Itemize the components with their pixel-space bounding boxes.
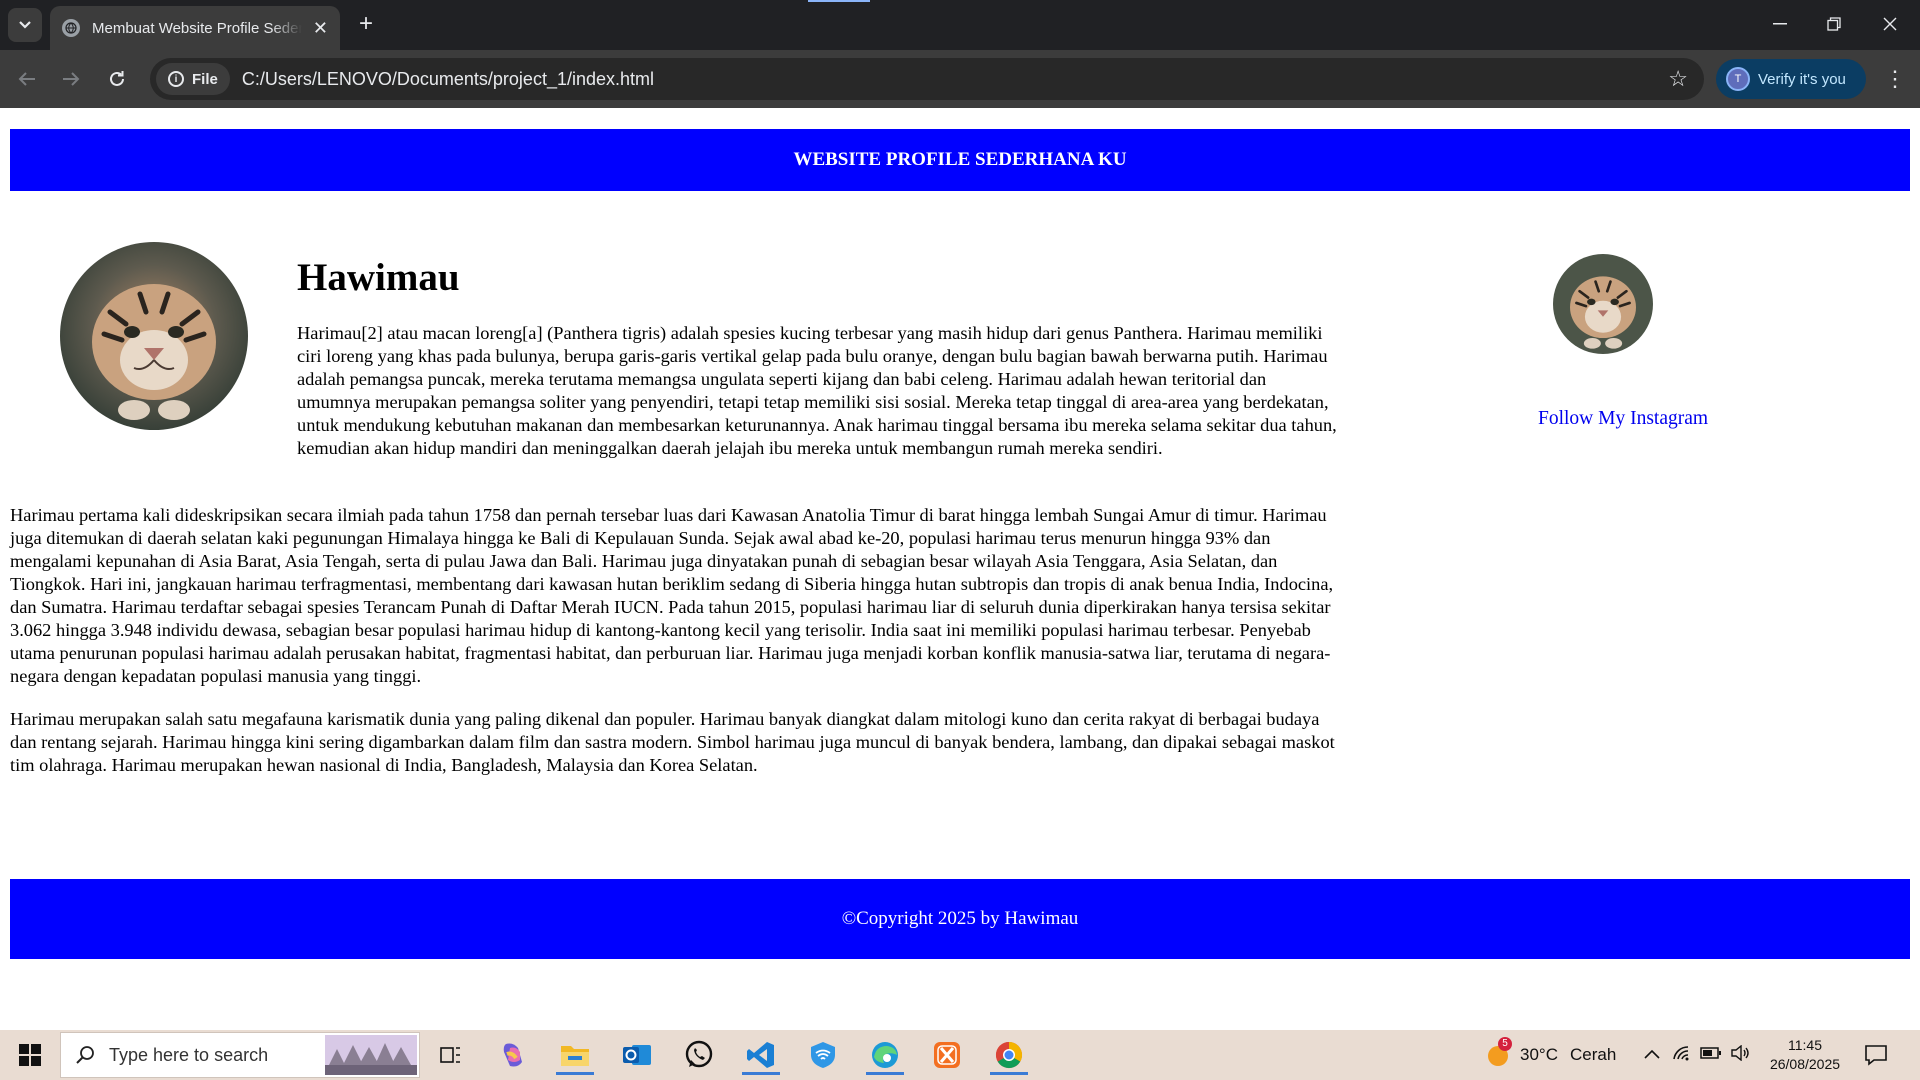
- header-title: WEBSITE PROFILE SEDERHANA KU: [793, 149, 1127, 170]
- weather-widget[interactable]: 5 30°C Cerah: [1484, 1030, 1616, 1080]
- vpn-shield-icon[interactable]: [798, 1035, 848, 1075]
- active-indicator: [742, 1072, 780, 1075]
- paragraph-culture: Harimau merupakan salah satu megafauna k…: [10, 709, 1335, 775]
- active-indicator: [990, 1072, 1028, 1075]
- search-icon: [76, 1046, 94, 1064]
- back-arrow-icon[interactable]: [12, 64, 42, 94]
- edge-icon[interactable]: [860, 1035, 910, 1075]
- active-indicator: [556, 1072, 594, 1075]
- wifi-icon[interactable]: [1672, 1045, 1690, 1066]
- active-indicator: [866, 1072, 904, 1075]
- verify-label: Verify it's you: [1758, 70, 1846, 88]
- globe-icon: [62, 19, 80, 37]
- xampp-icon[interactable]: [922, 1035, 972, 1075]
- tiger-sidebar-image: [1553, 254, 1653, 354]
- restore-icon[interactable]: [1806, 0, 1862, 48]
- paragraph-intro: Harimau[2] atau macan loreng[a] (Panther…: [297, 323, 1337, 458]
- page-viewport: WEBSITE PROFILE SEDERHANA KU Hawimau Har: [0, 108, 1920, 1030]
- tab-strip: Membuat Website Profile Sederhana ✕ +: [0, 0, 1920, 50]
- paragraph-distribution: Harimau pertama kali dideskripsikan seca…: [10, 505, 1334, 686]
- outlook-icon[interactable]: [612, 1035, 662, 1075]
- profile-avatar: T: [1726, 67, 1750, 91]
- verify-identity-button[interactable]: T Verify it's you: [1716, 59, 1866, 99]
- site-header: WEBSITE PROFILE SEDERHANA KU: [10, 129, 1910, 191]
- browser-toolbar: i File C:/Users/LENOVO/Documents/project…: [0, 50, 1920, 108]
- url-text[interactable]: C:/Users/LENOVO/Documents/project_1/inde…: [242, 69, 654, 90]
- site-footer: ©Copyright 2025 by Hawimau: [10, 879, 1910, 959]
- tab-title: Membuat Website Profile Sederhana: [92, 19, 302, 37]
- tiger-profile-image: [60, 242, 248, 430]
- taskbar-clock[interactable]: 11:45 26/08/2025: [1760, 1036, 1850, 1074]
- taskbar-search-box[interactable]: Type here to search: [60, 1032, 420, 1078]
- weather-desc: Cerah: [1569, 1045, 1617, 1064]
- volume-icon[interactable]: [1730, 1044, 1750, 1066]
- site-info-chip[interactable]: i File: [156, 63, 230, 95]
- instagram-link[interactable]: Follow My Instagram: [1538, 408, 1708, 430]
- search-highlight-art: [325, 1035, 417, 1075]
- forward-arrow-icon[interactable]: [56, 64, 86, 94]
- close-window-icon[interactable]: [1862, 0, 1918, 48]
- clock-time: 11:45: [1788, 1037, 1822, 1053]
- weather-sun-icon: 5: [1484, 1037, 1512, 1069]
- windows-taskbar: Type here to search 5 30°C Cerah 11:45 2…: [0, 1030, 1920, 1080]
- address-bar[interactable]: i File C:/Users/LENOVO/Documents/project…: [150, 58, 1704, 100]
- chevron-up-icon[interactable]: [1644, 1046, 1660, 1064]
- task-view-icon[interactable]: [426, 1035, 476, 1075]
- whatsapp-icon[interactable]: [674, 1035, 724, 1075]
- new-tab-icon[interactable]: +: [352, 10, 380, 38]
- bookmark-star-icon[interactable]: ☆: [1668, 66, 1688, 92]
- minimize-icon[interactable]: [1752, 0, 1808, 48]
- reload-icon[interactable]: [102, 64, 132, 94]
- info-icon: i: [168, 71, 184, 87]
- site-info-label: File: [192, 70, 218, 88]
- clock-date: 26/08/2025: [1769, 1056, 1841, 1072]
- battery-icon[interactable]: [1700, 1046, 1722, 1064]
- more-menu-icon[interactable]: ⋮: [1880, 64, 1910, 94]
- footer-copyright: ©Copyright 2025 by Hawimau: [841, 908, 1079, 929]
- system-tray: [1644, 1030, 1750, 1080]
- notification-icon[interactable]: [1864, 1030, 1888, 1080]
- weather-badge: 5: [1498, 1037, 1512, 1051]
- weather-temp: 30°C: [1520, 1045, 1558, 1064]
- file-explorer-icon[interactable]: [550, 1035, 600, 1075]
- vscode-icon[interactable]: [736, 1035, 786, 1075]
- windows-start-icon[interactable]: [0, 1030, 60, 1080]
- chevron-down-icon: [19, 21, 31, 29]
- copilot-icon[interactable]: [488, 1035, 538, 1075]
- tab-drag-indicator: [808, 0, 870, 2]
- tab-search-button[interactable]: [8, 8, 42, 42]
- article-title: Hawimau: [297, 256, 460, 299]
- chrome-icon[interactable]: [984, 1035, 1034, 1075]
- browser-tab[interactable]: Membuat Website Profile Sederhana ✕: [50, 6, 340, 50]
- tab-close-icon[interactable]: ✕: [313, 19, 328, 37]
- search-placeholder: Type here to search: [109, 1044, 269, 1065]
